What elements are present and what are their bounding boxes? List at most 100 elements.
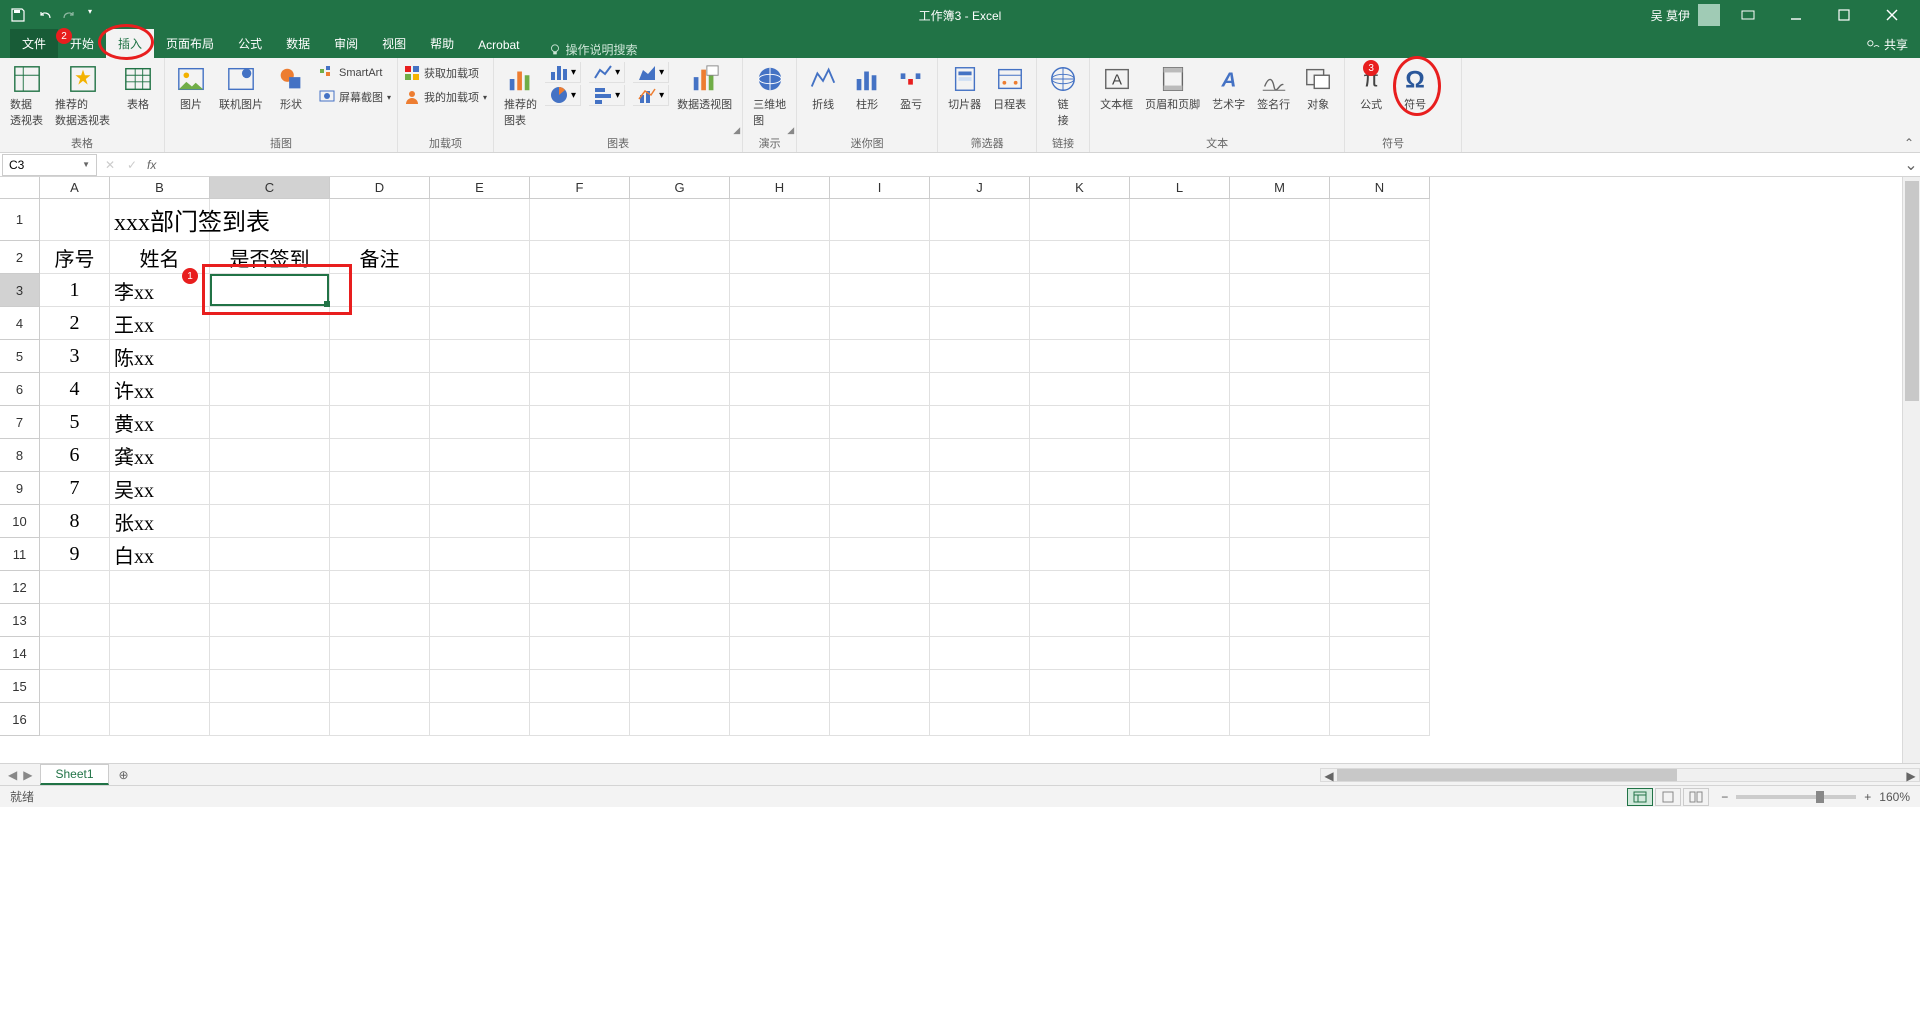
cell-H9[interactable] — [730, 472, 830, 505]
cell-N4[interactable] — [1330, 307, 1430, 340]
cell-M8[interactable] — [1230, 439, 1330, 472]
cell-I11[interactable] — [830, 538, 930, 571]
column-header-A[interactable]: A — [40, 177, 110, 199]
user-avatar-icon[interactable] — [1698, 4, 1720, 26]
cell-A2[interactable]: 序号 — [40, 241, 110, 274]
line-chart-button[interactable]: ▾ — [589, 62, 625, 83]
get-addins-button[interactable]: 获取加载项 — [404, 62, 479, 84]
smartart-button[interactable]: SmartArt — [319, 62, 382, 84]
cell-F14[interactable] — [530, 637, 630, 670]
cell-C5[interactable] — [210, 340, 330, 373]
cell-L7[interactable] — [1130, 406, 1230, 439]
cell-H7[interactable] — [730, 406, 830, 439]
ribbon-display-icon[interactable] — [1728, 0, 1768, 30]
vertical-scrollbar[interactable] — [1902, 177, 1920, 763]
cell-M10[interactable] — [1230, 505, 1330, 538]
cell-G8[interactable] — [630, 439, 730, 472]
cell-G10[interactable] — [630, 505, 730, 538]
cell-H1[interactable] — [730, 199, 830, 241]
row-header-1[interactable]: 1 — [0, 199, 40, 241]
cell-J14[interactable] — [930, 637, 1030, 670]
cell-C9[interactable] — [210, 472, 330, 505]
cell-M12[interactable] — [1230, 571, 1330, 604]
cell-L12[interactable] — [1130, 571, 1230, 604]
cell-L1[interactable] — [1130, 199, 1230, 241]
charts-dialog-launcher-icon[interactable]: ◢ — [733, 125, 740, 136]
cell-G11[interactable] — [630, 538, 730, 571]
column-header-G[interactable]: G — [630, 177, 730, 199]
cell-B14[interactable] — [110, 637, 210, 670]
cell-N16[interactable] — [1330, 703, 1430, 736]
cell-G15[interactable] — [630, 670, 730, 703]
cell-J12[interactable] — [930, 571, 1030, 604]
cell-I15[interactable] — [830, 670, 930, 703]
cell-H10[interactable] — [730, 505, 830, 538]
cell-D15[interactable] — [330, 670, 430, 703]
cell-N12[interactable] — [1330, 571, 1430, 604]
cell-D3[interactable] — [330, 274, 430, 307]
cell-A1[interactable] — [40, 199, 110, 241]
cell-I4[interactable] — [830, 307, 930, 340]
my-addins-button[interactable]: 我的加载项▾ — [404, 86, 487, 108]
cell-E9[interactable] — [430, 472, 530, 505]
cell-D10[interactable] — [330, 505, 430, 538]
cell-B4[interactable]: 王xx — [110, 307, 210, 340]
cell-I5[interactable] — [830, 340, 930, 373]
pictures-button[interactable]: 图片 — [171, 62, 211, 114]
cell-C1[interactable] — [210, 199, 330, 241]
tab-data[interactable]: 数据 — [274, 29, 322, 58]
cell-A3[interactable]: 1 — [40, 274, 110, 307]
column-chart-button[interactable]: ▾ — [545, 62, 581, 83]
cell-K8[interactable] — [1030, 439, 1130, 472]
row-header-7[interactable]: 7 — [0, 406, 40, 439]
cell-B1[interactable]: xxx部门签到表 — [110, 199, 210, 241]
cell-A16[interactable] — [40, 703, 110, 736]
view-page-layout-icon[interactable] — [1655, 788, 1681, 806]
cell-C15[interactable] — [210, 670, 330, 703]
row-header-8[interactable]: 8 — [0, 439, 40, 472]
cell-L8[interactable] — [1130, 439, 1230, 472]
cell-B9[interactable]: 吴xx — [110, 472, 210, 505]
formula-input[interactable] — [160, 154, 1902, 176]
cell-M16[interactable] — [1230, 703, 1330, 736]
cell-J3[interactable] — [930, 274, 1030, 307]
header-footer-button[interactable]: 页眉和页脚 — [1141, 62, 1204, 114]
collapse-ribbon-icon[interactable]: ⌃ — [1904, 136, 1914, 150]
column-header-B[interactable]: B — [110, 177, 210, 199]
cell-C14[interactable] — [210, 637, 330, 670]
share-button[interactable]: 共享 — [1866, 36, 1908, 53]
cell-J2[interactable] — [930, 241, 1030, 274]
row-header-2[interactable]: 2 — [0, 241, 40, 274]
cell-E7[interactable] — [430, 406, 530, 439]
cell-A6[interactable]: 4 — [40, 373, 110, 406]
cell-E15[interactable] — [430, 670, 530, 703]
cell-N2[interactable] — [1330, 241, 1430, 274]
row-header-11[interactable]: 11 — [0, 538, 40, 571]
cell-N7[interactable] — [1330, 406, 1430, 439]
column-header-I[interactable]: I — [830, 177, 930, 199]
row-header-13[interactable]: 13 — [0, 604, 40, 637]
view-normal-icon[interactable] — [1627, 788, 1653, 806]
cell-J11[interactable] — [930, 538, 1030, 571]
horizontal-scrollbar[interactable]: ◀ ▶ — [1320, 768, 1920, 782]
cell-F15[interactable] — [530, 670, 630, 703]
cell-A14[interactable] — [40, 637, 110, 670]
cell-C2[interactable]: 是否签到 — [210, 241, 330, 274]
row-header-15[interactable]: 15 — [0, 670, 40, 703]
timeline-button[interactable]: 日程表 — [989, 62, 1030, 114]
new-sheet-button[interactable]: ⊕ — [109, 768, 139, 782]
cell-J6[interactable] — [930, 373, 1030, 406]
sparkline-line-button[interactable]: 折线 — [803, 62, 843, 114]
cell-K2[interactable] — [1030, 241, 1130, 274]
cell-J15[interactable] — [930, 670, 1030, 703]
cell-E5[interactable] — [430, 340, 530, 373]
recommended-charts-button[interactable]: 推荐的 图表 — [500, 62, 541, 130]
tab-help[interactable]: 帮助 — [418, 29, 466, 58]
row-header-3[interactable]: 3 — [0, 274, 40, 307]
fx-icon[interactable]: fx — [147, 158, 156, 172]
cell-H2[interactable] — [730, 241, 830, 274]
tours-dialog-launcher-icon[interactable]: ◢ — [787, 125, 794, 136]
area-chart-button[interactable]: ▾ — [633, 62, 669, 83]
column-header-N[interactable]: N — [1330, 177, 1430, 199]
cell-J9[interactable] — [930, 472, 1030, 505]
